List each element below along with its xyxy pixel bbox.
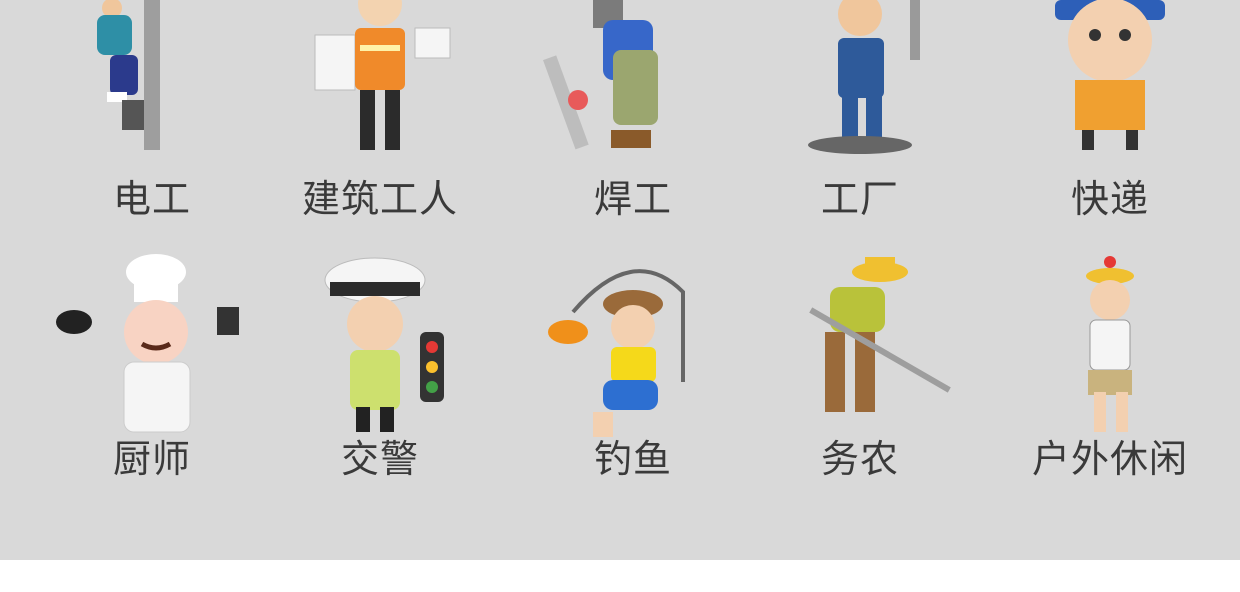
job-label: 焊工: [593, 177, 672, 221]
job-card-construction-worker[interactable]: 建筑工人: [280, 0, 480, 270]
occupation-grid: 电工 建筑工人 焊工 工厂 快递 厨师 交警 钓鱼 务农 户外休闲: [0, 0, 1240, 560]
job-label: 钓鱼: [593, 437, 672, 481]
job-label: 务农: [820, 437, 899, 481]
traffic-police-icon: [324, 257, 444, 432]
job-card-electrician[interactable]: 电工: [52, 0, 252, 270]
job-card-courier[interactable]: 快递: [1010, 0, 1210, 270]
fishing-icon: [548, 269, 685, 437]
job-label: 交警: [340, 437, 419, 481]
job-card-welder[interactable]: 焊工: [533, 0, 733, 270]
chef-icon: [56, 254, 239, 433]
job-label: 电工: [112, 177, 191, 221]
job-label: 工厂: [820, 177, 899, 221]
job-card-fishing[interactable]: 钓鱼: [533, 252, 733, 522]
job-card-factory-worker[interactable]: 工厂: [760, 0, 960, 270]
job-label: 户外休闲: [1031, 437, 1188, 481]
farmer-icon: [809, 257, 951, 412]
job-label: 快递: [1070, 177, 1149, 221]
job-card-traffic-police[interactable]: 交警: [280, 252, 480, 522]
bottom-white-strip: [0, 560, 1240, 592]
job-label: 厨师: [112, 437, 191, 481]
job-card-outdoor-leisure[interactable]: 户外休闲: [1010, 252, 1210, 522]
job-card-farmer[interactable]: 务农: [760, 252, 960, 522]
job-card-chef[interactable]: 厨师: [52, 252, 252, 522]
outdoor-leisure-icon: [1086, 256, 1134, 432]
job-label: 建筑工人: [301, 177, 458, 221]
